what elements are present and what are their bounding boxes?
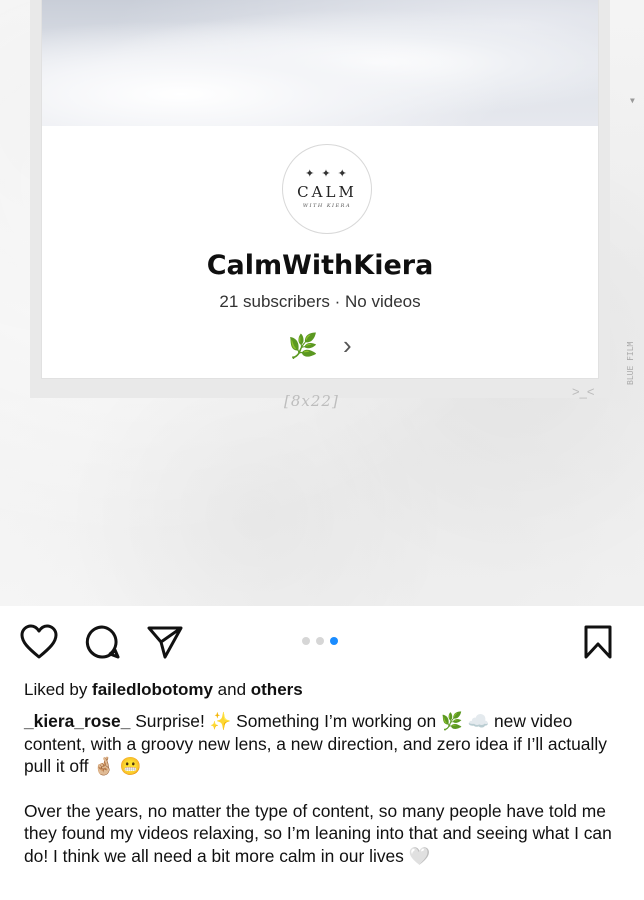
film-edge-label: BLUE FILM bbox=[626, 341, 635, 385]
carousel-dot-active bbox=[330, 637, 338, 645]
channel-stats: 21 subscribers · No videos bbox=[219, 292, 421, 311]
channel-banner bbox=[42, 0, 598, 126]
chevron-right-icon: › bbox=[342, 330, 352, 360]
caption-username[interactable]: _kiera_rose_ bbox=[24, 711, 130, 731]
post-action-bar bbox=[0, 606, 644, 676]
channel-links: 🌿 › bbox=[42, 330, 598, 361]
caption-paragraph-2: Over the years, no matter the type of co… bbox=[24, 800, 612, 866]
post-caption: _kiera_rose_ Surprise! ✨ Something I’m w… bbox=[24, 710, 624, 867]
share-icon[interactable] bbox=[146, 624, 184, 665]
likes-prefix: Liked by bbox=[24, 680, 93, 699]
likes-others-link[interactable]: others bbox=[251, 680, 303, 699]
carousel-dot bbox=[316, 637, 324, 645]
carousel-indicator bbox=[302, 637, 338, 645]
sparkle-icon: ✦ ✦ ✦ bbox=[305, 168, 349, 180]
film-marker: >_< bbox=[572, 384, 595, 399]
likes-middle: and bbox=[212, 680, 251, 699]
bookmark-icon[interactable] bbox=[582, 624, 614, 665]
comment-icon[interactable] bbox=[84, 624, 120, 665]
logo-word: CALM bbox=[297, 183, 357, 201]
channel-avatar: ✦ ✦ ✦ CALM WITH KIERA bbox=[282, 144, 372, 234]
logo-subtitle: WITH KIERA bbox=[302, 203, 352, 209]
likes-line: Liked by failedlobotomy and others bbox=[24, 680, 303, 700]
youtube-channel-card: ✦ ✦ ✦ CALM WITH KIERA CalmWithKiera 21 s… bbox=[42, 0, 598, 378]
liker-username[interactable]: failedlobotomy bbox=[92, 680, 213, 699]
film-edge: ▼ BLUE FILM bbox=[624, 0, 644, 420]
triangle-icon: ▼ bbox=[630, 96, 635, 105]
leaf-icon: 🌿 bbox=[288, 333, 319, 360]
carousel-dot bbox=[302, 637, 310, 645]
post-image[interactable]: ✦ ✦ ✦ CALM WITH KIERA CalmWithKiera 21 s… bbox=[0, 0, 644, 606]
film-frame-code: [8x22] bbox=[284, 392, 339, 410]
heart-icon[interactable] bbox=[20, 624, 58, 665]
channel-name: CalmWithKiera bbox=[206, 250, 434, 281]
caption-paragraph-1: _kiera_rose_ Surprise! ✨ Something I’m w… bbox=[24, 710, 624, 778]
